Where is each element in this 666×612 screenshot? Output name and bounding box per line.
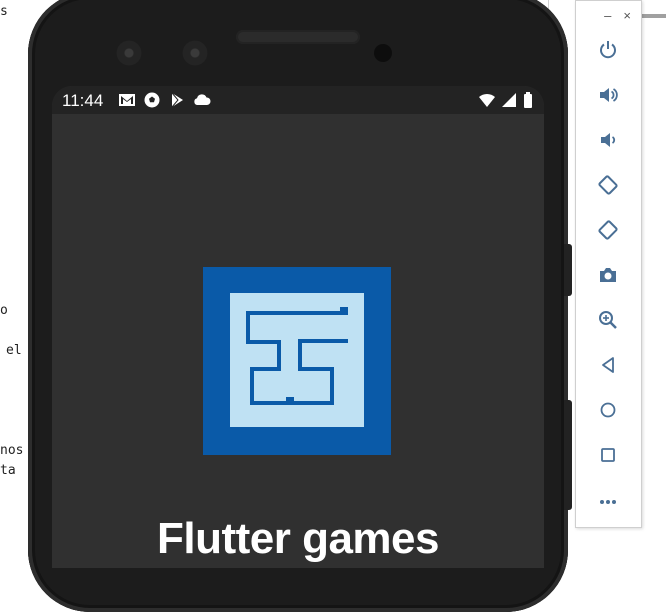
zoom-button[interactable] bbox=[593, 305, 623, 335]
rotate-right-icon bbox=[598, 220, 618, 240]
phone-bezel bbox=[44, 4, 552, 90]
editor-text-fragment: ta bbox=[0, 463, 16, 478]
volume-down-button[interactable] bbox=[593, 125, 623, 155]
rotate-right-button[interactable] bbox=[593, 215, 623, 245]
emulator-toolbar: – × bbox=[575, 0, 642, 528]
rotate-left-icon bbox=[598, 175, 618, 195]
background-panel bbox=[640, 0, 666, 568]
battery-icon bbox=[524, 92, 532, 108]
volume-up-icon bbox=[600, 88, 618, 102]
close-button[interactable]: × bbox=[623, 8, 631, 23]
back-icon bbox=[602, 357, 614, 373]
camera-icon bbox=[600, 268, 616, 282]
app-title: Flutter games bbox=[156, 514, 440, 563]
gmail-icon bbox=[119, 94, 135, 106]
screenshot-button[interactable] bbox=[593, 260, 623, 290]
earpiece-speaker bbox=[236, 30, 360, 44]
app-logo bbox=[203, 267, 391, 455]
zoom-icon bbox=[599, 311, 617, 329]
minimize-button[interactable]: – bbox=[604, 8, 611, 23]
volume-up-button[interactable] bbox=[593, 80, 623, 110]
editor-text-fragment: s bbox=[0, 4, 8, 19]
proximity-sensor bbox=[374, 44, 392, 62]
front-camera-icon bbox=[116, 40, 142, 66]
status-bar: 11:44 bbox=[52, 86, 544, 114]
power-icon bbox=[600, 41, 616, 59]
soccer-ball-icon bbox=[144, 92, 160, 108]
power-button[interactable] bbox=[593, 35, 623, 65]
front-camera-icon bbox=[182, 40, 208, 66]
editor-text-fragment: nos bbox=[0, 443, 24, 458]
more-icon bbox=[600, 500, 616, 504]
volume-down-icon bbox=[601, 133, 616, 147]
cloud-icon bbox=[194, 94, 211, 105]
phone-screen[interactable]: 11:44 Flutter games bbox=[52, 86, 544, 568]
wifi-icon bbox=[479, 93, 495, 107]
rotate-left-button[interactable] bbox=[593, 170, 623, 200]
home-icon bbox=[600, 402, 616, 418]
phone-side-button bbox=[564, 400, 572, 510]
status-time: 11:44 bbox=[62, 91, 104, 110]
cell-signal-icon bbox=[502, 93, 516, 107]
editor-text-fragment: o bbox=[0, 303, 8, 318]
more-button[interactable] bbox=[593, 485, 623, 515]
maze-icon bbox=[246, 307, 348, 405]
app-logo-inner bbox=[230, 293, 364, 427]
back-button[interactable] bbox=[593, 350, 623, 380]
phone-side-button bbox=[564, 244, 572, 296]
overview-button[interactable] bbox=[593, 440, 623, 470]
background-divider bbox=[640, 14, 666, 18]
editor-text-fragment: el bbox=[6, 343, 22, 358]
overview-icon bbox=[601, 448, 615, 462]
play-store-icon bbox=[171, 92, 183, 108]
home-button[interactable] bbox=[593, 395, 623, 425]
